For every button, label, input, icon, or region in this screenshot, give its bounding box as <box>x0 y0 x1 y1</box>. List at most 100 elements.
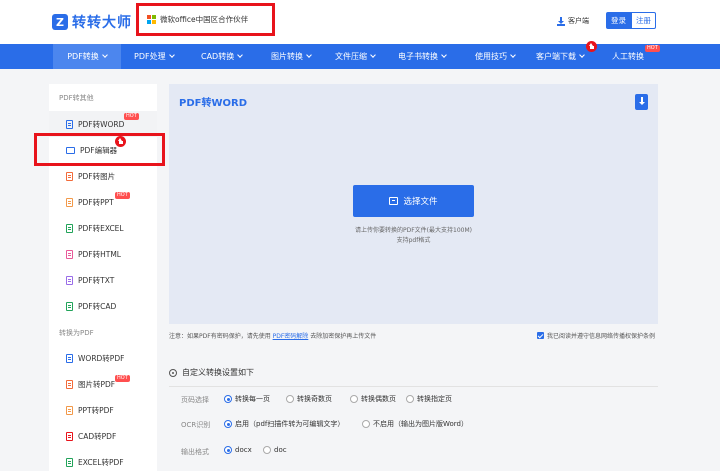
nav-item-label: 使用技巧 <box>475 52 507 61</box>
radio-even-pages[interactable]: 转换偶数页 <box>350 394 396 404</box>
settings-header[interactable]: 自定义转换设置如下 <box>169 367 254 378</box>
highlight-box <box>34 133 165 166</box>
nav-item-cad-convert[interactable]: CAD转换 <box>201 44 244 69</box>
chevron-down-icon <box>168 52 175 58</box>
notice-suffix: 去除加密保护再上传文件 <box>308 333 377 340</box>
sidebar-item-label: PDF转CAD <box>78 301 117 311</box>
sidebar-item-label: PDF转WORD <box>78 119 125 129</box>
nav-item-tips[interactable]: 使用技巧 <box>475 44 516 69</box>
radio-label: docx <box>235 446 252 454</box>
nav-item-label: PDF处理 <box>134 52 166 61</box>
radio-every-page[interactable]: 转换每一页 <box>224 394 270 404</box>
nav-item-pdf-convert[interactable]: PDF转换 <box>53 44 121 69</box>
page-title: PDF转WORD <box>179 98 247 109</box>
radio-button[interactable] <box>286 395 294 403</box>
agreement-label: 我已阅读并遵守信息网络传播权保护条例 <box>547 333 656 340</box>
txt-file-icon <box>66 275 73 285</box>
partner-text: 微软office中国区合作伙伴 <box>160 15 249 24</box>
logo[interactable]: Z 转转大师 <box>52 12 132 32</box>
agreement-checkbox[interactable] <box>537 332 544 339</box>
radio-button[interactable] <box>350 395 358 403</box>
header: Z 转转大师 微软office中国区合作伙伴 客户端 登录 注册 <box>0 0 720 44</box>
sidebar-item-excel-to-pdf[interactable]: EXCEL转PDF <box>49 449 157 471</box>
choose-file-label: 选择文件 <box>403 197 438 207</box>
sidebar-item-label: PDF转PPT <box>78 197 114 207</box>
notice-prefix: 注意：如果PDF有密码保护，请先使用 <box>169 333 273 340</box>
output-format-label: 输出格式 <box>181 448 209 456</box>
home-badge-icon <box>586 41 597 52</box>
sidebar-item-cad-to-pdf[interactable]: CAD转PDF <box>49 423 157 449</box>
radio-ocr-disable[interactable]: 不启用（输出为图片版Word） <box>362 419 468 429</box>
word-file-icon <box>66 353 73 363</box>
radio-button[interactable] <box>362 420 370 428</box>
upload-hint: 请上传你要转换的PDF文件(最大支持100M) <box>354 227 472 234</box>
excel-file-icon <box>66 457 73 467</box>
sidebar-section-title: PDF转其他 <box>59 94 94 102</box>
nav-item-label: 客户端下载 <box>536 52 576 61</box>
radio-label: 转换偶数页 <box>361 395 396 403</box>
pdf-password-remove-link[interactable]: PDF密码解除 <box>273 333 309 340</box>
client-download-link[interactable]: 客户端 <box>557 16 589 26</box>
sidebar-item-label: CAD转PDF <box>78 431 117 441</box>
radio-odd-pages[interactable]: 转换奇数页 <box>286 394 332 404</box>
sidebar-item-ppt-to-pdf[interactable]: PPT转PDF <box>49 397 157 423</box>
sidebar-item-word-to-pdf[interactable]: WORD转PDF <box>49 345 157 371</box>
nav-item-label: 图片转换 <box>271 52 303 61</box>
divider <box>169 386 658 387</box>
radio-format-doc[interactable]: doc <box>263 446 287 454</box>
sidebar-item-pdf-to-ppt[interactable]: PDF转PPT <box>49 189 157 215</box>
register-button[interactable]: 注册 <box>631 12 656 29</box>
page-selection-label: 页码选择 <box>181 396 209 404</box>
settings-gear-icon <box>169 368 177 377</box>
nav-item-manual-convert[interactable]: 人工转换 <box>612 44 644 69</box>
nav-item-client-download[interactable]: 客户端下载 <box>536 44 585 69</box>
sidebar-item-pdf-to-excel[interactable]: PDF转EXCEL <box>49 215 157 241</box>
radio-ocr-enable[interactable]: 启用（pdf扫描件转为可编辑文字） <box>224 419 344 429</box>
agreement[interactable]: 我已阅读并遵守信息网络传播权保护条例 <box>537 331 655 340</box>
ppt-file-icon <box>66 405 73 415</box>
document-icon <box>66 119 73 129</box>
nav-item-label: 电子书转换 <box>398 52 438 61</box>
chevron-down-icon <box>510 52 516 58</box>
radio-label: 不启用（输出为图片版Word） <box>373 420 468 428</box>
radio-label: 转换每一页 <box>235 395 270 403</box>
sidebar-item-image-to-pdf[interactable]: 图片转PDF <box>49 371 157 397</box>
upload-file-icon <box>389 197 399 205</box>
partner-badge: 微软office中国区合作伙伴 <box>136 3 275 36</box>
hot-badge: HOT <box>115 192 130 199</box>
hot-badge: HOT <box>124 113 139 120</box>
image-file-icon <box>66 379 73 389</box>
nav-item-label: 人工转换 <box>612 52 644 61</box>
radio-button[interactable] <box>224 420 232 428</box>
settings-title: 自定义转换设置如下 <box>182 368 254 377</box>
sidebar-item-pdf-to-txt[interactable]: PDF转TXT <box>49 267 157 293</box>
radio-format-docx[interactable]: docx <box>224 446 252 454</box>
nav-item-file-compress[interactable]: 文件压缩 <box>335 44 376 69</box>
radio-label: 转换指定页 <box>417 395 452 403</box>
radio-label: doc <box>274 446 287 454</box>
download-icon <box>557 16 565 26</box>
radio-specific-pages[interactable]: 转换指定页 <box>406 394 452 404</box>
sidebar-item-pdf-to-cad[interactable]: PDF转CAD <box>49 293 157 319</box>
radio-label: 启用（pdf扫描件转为可编辑文字） <box>235 420 345 428</box>
radio-button[interactable] <box>406 395 414 403</box>
chevron-down-icon <box>370 52 376 58</box>
sidebar-item-pdf-to-html[interactable]: PDF转HTML <box>49 241 157 267</box>
image-file-icon <box>66 171 73 181</box>
nav-item-pdf-process[interactable]: PDF处理 <box>134 44 175 69</box>
sidebar-item-pdf-to-image[interactable]: PDF转图片 <box>49 163 157 189</box>
radio-button[interactable] <box>224 446 232 454</box>
upload-shortcut-icon[interactable] <box>635 94 648 110</box>
sidebar-item-label: PDF转EXCEL <box>78 223 124 233</box>
sidebar-item-label: EXCEL转PDF <box>78 457 124 467</box>
nav-item-image-convert[interactable]: 图片转换 <box>271 44 312 69</box>
upload-panel[interactable]: PDF转WORD 选择文件 请上传你要转换的PDF文件(最大支持100M) 支持… <box>169 84 658 324</box>
chevron-down-icon <box>306 52 312 58</box>
format-hint: 支持pdf格式 <box>396 237 431 244</box>
radio-button[interactable] <box>224 395 232 403</box>
choose-file-button[interactable]: 选择文件 <box>353 185 474 217</box>
nav-item-ebook-convert[interactable]: 电子书转换 <box>398 44 447 69</box>
radio-button[interactable] <box>263 446 271 454</box>
cad-file-icon <box>66 431 73 441</box>
login-button[interactable]: 登录 <box>606 12 631 29</box>
